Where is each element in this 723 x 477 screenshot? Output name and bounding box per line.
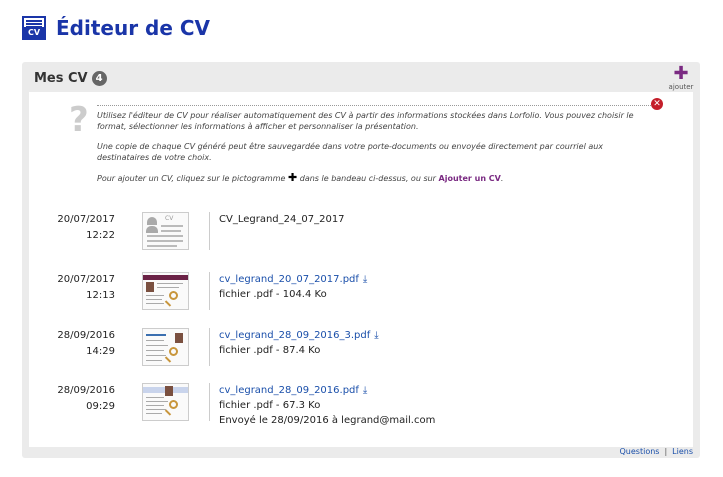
download-icon[interactable]: ⤓ — [363, 385, 367, 396]
help-text: Utilisez l'éditeur de CV pour réaliser a… — [97, 110, 653, 193]
cv-file-meta: fichier .pdf - 87.4 Ko — [219, 345, 321, 356]
panel-body: ? ✕ Utilisez l'éditeur de CV pour réalis… — [29, 92, 693, 447]
footer-links: Questions | Liens — [619, 447, 694, 456]
cv-row: 20/07/2017 12:13 cv_legrand_20_07_2017.p… — [29, 272, 693, 316]
cv-row: 28/09/2016 09:29 cv_legrand_28_09_2016.p… — [29, 383, 693, 439]
question-icon: ? — [69, 100, 89, 140]
page-title: Éditeur de CV — [56, 16, 211, 40]
download-icon[interactable]: ⤓ — [363, 274, 367, 285]
cv-time: 12:22 — [86, 230, 115, 241]
liens-link[interactable]: Liens — [672, 447, 693, 456]
count-badge: 4 — [91, 71, 107, 86]
cv-logo-icon: CV — [22, 16, 46, 40]
cv-datetime: 28/09/2016 14:29 — [43, 328, 115, 360]
add-cv-link[interactable]: Ajouter un CV — [439, 174, 501, 183]
plus-icon: ✚ — [673, 63, 689, 84]
cv-sent-info: Envoyé le 28/09/2016 à legrand@mail.com — [219, 415, 436, 426]
cv-file-link[interactable]: cv_legrand_28_09_2016.pdf — [219, 385, 359, 396]
cv-name: CV_Legrand_24_07_2017 — [219, 214, 345, 225]
cv-date: 20/07/2017 — [57, 214, 115, 225]
cv-time: 14:29 — [86, 346, 115, 357]
app-header: CV Éditeur de CV — [22, 14, 210, 42]
cv-info: cv_legrand_28_09_2016_3.pdf ⤓ fichier .pd… — [219, 328, 379, 358]
cv-date: 20/07/2017 — [57, 274, 115, 285]
cv-thumbnail[interactable]: CV — [142, 212, 189, 250]
cv-datetime: 20/07/2017 12:22 — [43, 212, 115, 244]
cv-info: cv_legrand_20_07_2017.pdf ⤓ fichier .pdf … — [219, 272, 367, 302]
add-cv-button[interactable]: ✚ ajouter — [666, 63, 696, 92]
questions-link[interactable]: Questions — [620, 447, 660, 456]
cv-info: CV_Legrand_24_07_2017 — [219, 212, 345, 227]
cv-date: 28/09/2016 — [57, 385, 115, 396]
panel-title-label: Mes CV — [34, 71, 88, 86]
cv-thumbnail[interactable] — [142, 272, 189, 310]
download-icon[interactable]: ⤓ — [374, 330, 378, 341]
cv-time: 09:29 — [86, 401, 115, 412]
help-box: ? ✕ Utilisez l'éditeur de CV pour réalis… — [29, 92, 693, 204]
cv-file-link[interactable]: cv_legrand_28_09_2016_3.pdf — [219, 330, 370, 341]
cv-thumbnail[interactable] — [142, 383, 189, 421]
cv-row: 20/07/2017 12:22 CV CV_Legrand_24_07_201… — [29, 212, 693, 256]
cv-row: 28/09/2016 14:29 cv_legrand_28_09_2016_3… — [29, 328, 693, 372]
add-cv-label: ajouter — [668, 83, 694, 91]
help-paragraph-3: Pour ajouter un CV, cliquez sur le picto… — [97, 171, 504, 184]
cv-date: 28/09/2016 — [57, 330, 115, 341]
plus-icon: ✚ — [287, 171, 298, 184]
cv-file-meta: fichier .pdf - 104.4 Ko — [219, 289, 327, 300]
panel-title: Mes CV 4 — [34, 71, 107, 86]
cv-file-link[interactable]: cv_legrand_20_07_2017.pdf — [219, 274, 359, 285]
help-paragraph-2: Une copie de chaque CV généré peut être … — [97, 142, 604, 162]
cv-file-meta: fichier .pdf - 67.3 Ko — [219, 400, 321, 411]
cv-info: cv_legrand_28_09_2016.pdf ⤓ fichier .pdf … — [219, 383, 435, 428]
cv-time: 12:13 — [86, 290, 115, 301]
help-paragraph-1: Utilisez l'éditeur de CV pour réaliser a… — [97, 111, 634, 131]
cv-datetime: 28/09/2016 09:29 — [43, 383, 115, 415]
cv-panel: Mes CV 4 ✚ ajouter ? ✕ Utilisez l'éditeu… — [22, 62, 700, 458]
help-divider — [97, 105, 653, 106]
close-icon[interactable]: ✕ — [651, 98, 663, 110]
cv-thumbnail[interactable] — [142, 328, 189, 366]
cv-datetime: 20/07/2017 12:13 — [43, 272, 115, 304]
